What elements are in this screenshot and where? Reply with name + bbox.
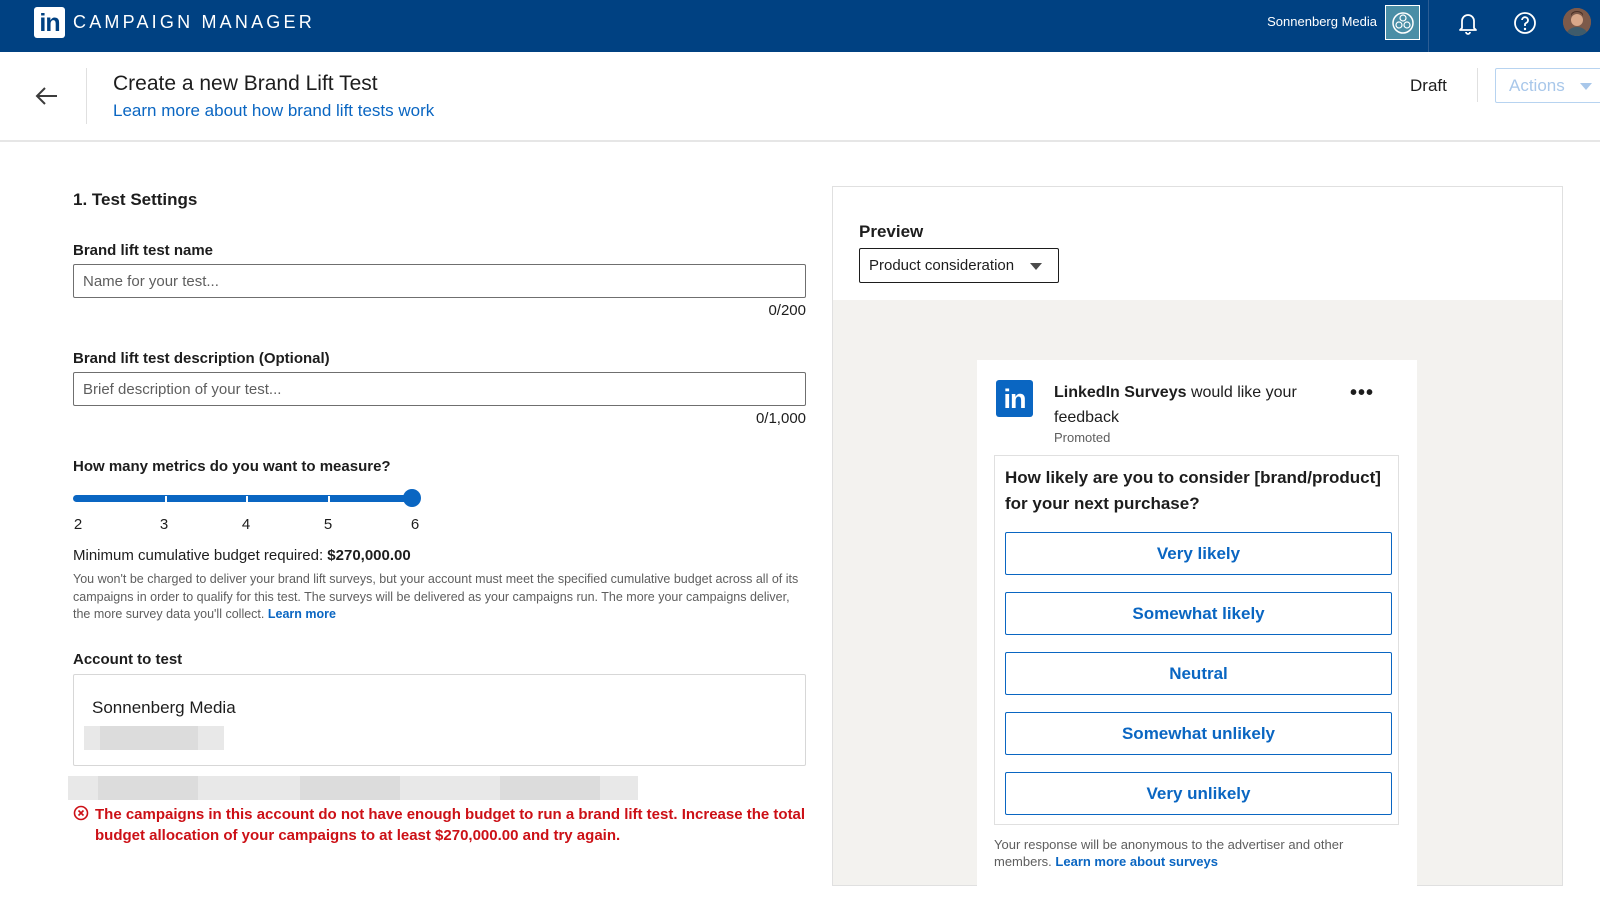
- preview-selected-view: Product consideration: [869, 257, 1015, 274]
- account-logo-icon[interactable]: [1385, 5, 1420, 40]
- test-name-counter: 0/200: [768, 302, 806, 319]
- page-header: Create a new Brand Lift Test Learn more …: [0, 52, 1600, 142]
- redacted-account-id: [100, 726, 198, 750]
- metrics-option-2[interactable]: 2: [68, 516, 88, 533]
- linkedin-logo: in: [996, 380, 1033, 417]
- survey-footer: Your response will be anonymous to the a…: [994, 836, 1394, 870]
- preview-title: Preview: [859, 222, 924, 241]
- answer-somewhat-unlikely-button[interactable]: Somewhat unlikely: [1005, 712, 1392, 755]
- survey-question: How likely are you to consider [brand/pr…: [1005, 468, 1381, 513]
- topbar-divider: [1428, 0, 1429, 52]
- back-arrow-icon[interactable]: [33, 82, 61, 110]
- metrics-option-5[interactable]: 5: [318, 516, 338, 533]
- caret-down-icon: [1580, 83, 1592, 90]
- actions-dropdown-button[interactable]: Actions: [1495, 68, 1600, 103]
- budget-amount: $270,000.00: [327, 547, 411, 564]
- account-card[interactable]: Sonnenberg Media: [73, 674, 806, 766]
- caret-down-icon: [1030, 263, 1042, 270]
- learn-about-surveys-link[interactable]: Learn more about surveys: [1055, 854, 1218, 869]
- page-title: Create a new Brand Lift Test: [113, 72, 378, 95]
- linkedin-logo[interactable]: in: [34, 7, 65, 38]
- answer-somewhat-likely-button[interactable]: Somewhat likely: [1005, 592, 1392, 635]
- test-name-label: Brand lift test name: [73, 242, 214, 259]
- preview-panel: Preview Product consideration in LinkedI…: [832, 186, 1563, 900]
- redacted-info-bar: [98, 776, 198, 800]
- redacted-info-bar: [500, 776, 600, 800]
- metrics-label: How many metrics do you want to measure?: [73, 458, 391, 475]
- user-avatar[interactable]: [1563, 8, 1591, 36]
- status-label: Draft: [1410, 76, 1447, 95]
- test-description-input[interactable]: [73, 372, 806, 406]
- test-name-input[interactable]: [73, 264, 806, 298]
- slider-tick: [328, 496, 330, 502]
- budget-requirement: Minimum cumulative budget required: $270…: [73, 547, 411, 564]
- budget-help-text: You won't be charged to deliver your bra…: [73, 571, 803, 624]
- status-divider: [1477, 68, 1478, 102]
- preview-view-dropdown[interactable]: Product consideration: [859, 248, 1059, 283]
- help-icon[interactable]: [1512, 10, 1538, 36]
- promoted-label: Promoted: [1054, 430, 1111, 445]
- sponsor-line: LinkedIn Surveys would like your feedbac…: [1054, 380, 1344, 430]
- account-card-name: Sonnenberg Media: [92, 698, 236, 717]
- slider-tick: [246, 496, 248, 502]
- app-title: CAMPAIGN MANAGER: [73, 12, 315, 32]
- learn-more-link[interactable]: Learn more about how brand lift tests wo…: [113, 101, 434, 121]
- metrics-option-3[interactable]: 3: [154, 516, 174, 533]
- account-to-test-label: Account to test: [73, 651, 183, 668]
- section-title: 1. Test Settings: [73, 190, 198, 209]
- answer-very-likely-button[interactable]: Very likely: [1005, 532, 1392, 575]
- budget-learn-more-link[interactable]: Learn more: [268, 607, 336, 621]
- account-switcher-name[interactable]: Sonnenberg Media: [1261, 14, 1377, 29]
- test-description-label: Brand lift test description (Optional): [73, 350, 330, 367]
- metrics-option-4[interactable]: 4: [236, 516, 256, 533]
- slider-tick: [165, 496, 167, 502]
- metrics-slider-track[interactable]: [73, 495, 413, 502]
- answer-very-unlikely-button[interactable]: Very unlikely: [1005, 772, 1392, 815]
- survey-ad-card: in LinkedIn Surveys would like your feed…: [977, 360, 1417, 900]
- top-nav-bar: in CAMPAIGN MANAGER Sonnenberg Media: [0, 0, 1600, 52]
- metrics-slider-handle[interactable]: [403, 489, 421, 507]
- budget-label: Minimum cumulative budget required:: [73, 547, 324, 564]
- test-description-counter: 0/1,000: [755, 410, 806, 427]
- budget-help-body: You won't be charged to deliver your bra…: [73, 572, 799, 621]
- preview-header: Preview Product consideration: [833, 187, 1562, 300]
- metrics-option-6[interactable]: 6: [405, 516, 425, 533]
- error-icon: [73, 805, 89, 821]
- notifications-bell-icon[interactable]: [1455, 10, 1481, 36]
- budget-error-message: The campaigns in this account do not hav…: [95, 806, 806, 844]
- survey-question-box: How likely are you to consider [brand/pr…: [994, 455, 1399, 825]
- actions-label: Actions: [1509, 76, 1565, 95]
- more-options-icon[interactable]: •••: [1350, 382, 1374, 405]
- sponsor-name: LinkedIn Surveys: [1054, 384, 1187, 401]
- answer-neutral-button[interactable]: Neutral: [1005, 652, 1392, 695]
- redacted-info-bar: [300, 776, 400, 800]
- header-divider: [86, 68, 87, 124]
